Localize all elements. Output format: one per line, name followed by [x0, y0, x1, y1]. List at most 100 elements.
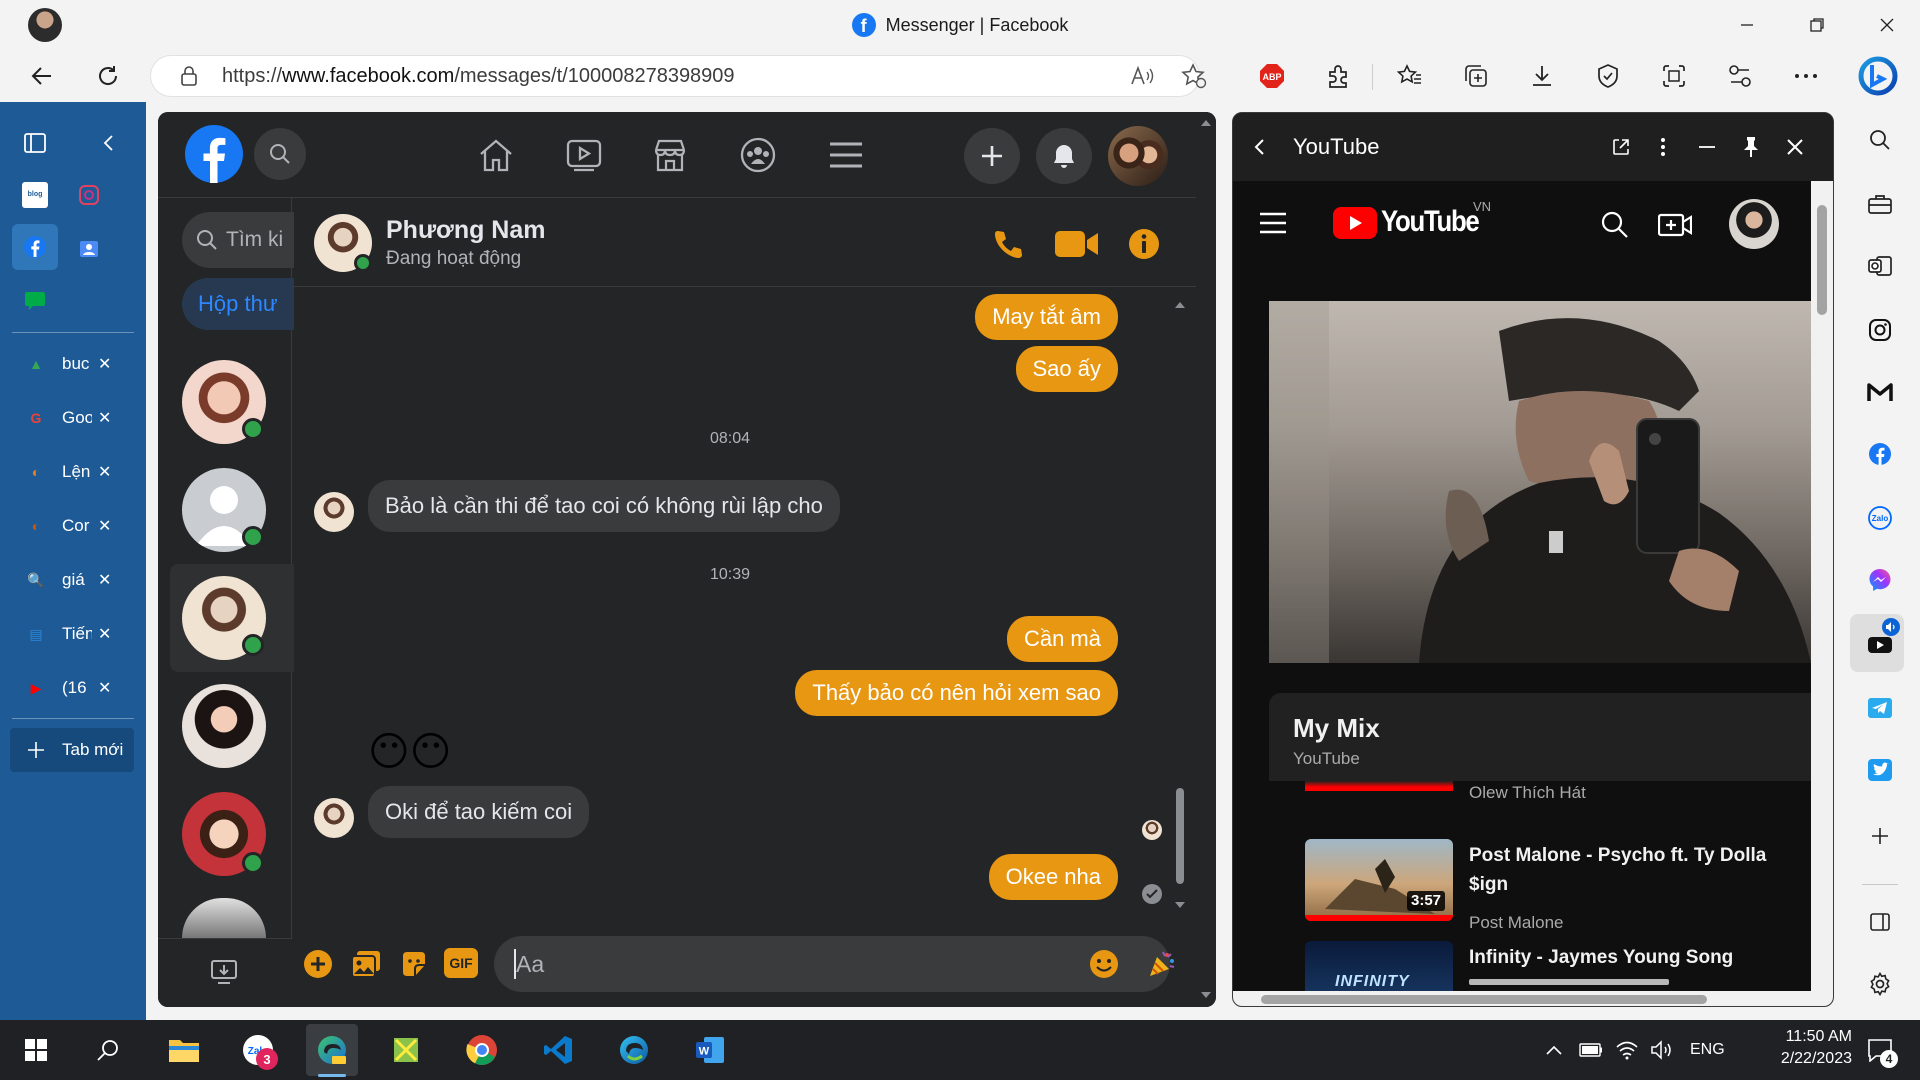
edge-icon[interactable]	[608, 1024, 660, 1076]
close-tab-icon[interactable]: ✕	[98, 354, 111, 374]
facebook-search-button[interactable]	[254, 128, 306, 180]
taskbar-search-icon[interactable]	[82, 1024, 134, 1076]
menu-nav-icon[interactable]	[820, 130, 872, 180]
emoji-message[interactable]: 😶😶	[368, 728, 451, 776]
sidebar-telegram-icon[interactable]	[1860, 688, 1900, 728]
youtube-search-icon[interactable]	[1597, 207, 1633, 243]
close-tab-icon[interactable]: ✕	[98, 516, 111, 536]
word-icon[interactable]: W	[684, 1024, 736, 1076]
performance-icon[interactable]	[1720, 56, 1760, 96]
message-bubble-incoming[interactable]: Oki để tao kiếm coi	[368, 786, 590, 838]
zalo-app-icon[interactable]: Zalo	[232, 1024, 284, 1076]
facebook-logo-icon[interactable]	[184, 124, 244, 184]
playlist-thumbnail[interactable]: INFINITY	[1305, 941, 1453, 993]
panel-minimize-icon[interactable]	[1691, 131, 1723, 163]
collapse-tabs-icon[interactable]	[92, 126, 126, 160]
vertical-tab-item[interactable]: ◐ Lện ✕	[10, 450, 134, 494]
sender-avatar[interactable]	[314, 492, 354, 532]
wifi-icon[interactable]	[1614, 1036, 1640, 1064]
youtube-account-avatar[interactable]	[1729, 199, 1779, 249]
message-bubble-outgoing[interactable]: Okee nha	[988, 854, 1118, 900]
vertical-tab-item[interactable]: ◐ Cor ✕	[10, 504, 134, 548]
notifications-button[interactable]	[1036, 128, 1092, 184]
volume-icon[interactable]	[1648, 1036, 1674, 1064]
collections-icon[interactable]	[1456, 56, 1496, 96]
conversation-avatar[interactable]	[182, 684, 266, 768]
vertical-tab-item[interactable]: 🔍 giá ✕	[10, 558, 134, 602]
sidebar-add-icon[interactable]	[1860, 816, 1900, 856]
emoji-picker-icon[interactable]	[1086, 946, 1122, 982]
sidebar-zalo-icon[interactable]: Zalo	[1860, 498, 1900, 538]
vertical-tab-item[interactable]: ▤ Tiến ✕	[10, 612, 134, 656]
extensions-icon[interactable]	[1318, 56, 1358, 96]
pinned-tab-contacts[interactable]	[76, 236, 102, 262]
home-nav-icon[interactable]	[470, 130, 522, 180]
scroll-down-arrow[interactable]	[1172, 898, 1188, 912]
playlist-owner[interactable]: YouTube	[1293, 749, 1360, 769]
message-input[interactable]	[494, 936, 1170, 992]
downloads-icon[interactable]	[1522, 56, 1562, 96]
edge-dev-icon[interactable]	[306, 1024, 358, 1076]
panel-close-icon[interactable]	[1779, 131, 1811, 163]
panel-back-icon[interactable]	[1247, 133, 1273, 161]
clock[interactable]: 11:50 AM 2/22/2023	[1740, 1026, 1852, 1070]
close-tab-icon[interactable]: ✕	[98, 678, 111, 698]
video-call-icon[interactable]	[1052, 222, 1102, 266]
vscode-icon[interactable]	[532, 1024, 584, 1076]
voice-call-icon[interactable]	[986, 222, 1030, 266]
battery-icon[interactable]	[1578, 1036, 1604, 1064]
close-tab-icon[interactable]: ✕	[98, 624, 111, 644]
message-bubble-outgoing[interactable]: May tắt âm	[975, 294, 1118, 340]
groups-nav-icon[interactable]	[732, 130, 784, 180]
create-button[interactable]	[964, 128, 1020, 184]
install-app-icon[interactable]	[204, 954, 244, 990]
lock-icon[interactable]	[176, 62, 202, 90]
sidebar-instagram-icon[interactable]	[1860, 310, 1900, 350]
youtube-logo-icon[interactable]	[1333, 207, 1377, 239]
url-text[interactable]: https://www.facebook.com/messages/t/1000…	[222, 62, 735, 90]
party-popper-icon[interactable]	[1142, 944, 1182, 984]
show-hidden-icons[interactable]	[1542, 1036, 1566, 1064]
page-scrollbar[interactable]	[1196, 112, 1216, 1007]
sidebar-facebook-icon[interactable]	[1860, 434, 1900, 474]
create-video-icon[interactable]	[1655, 207, 1695, 243]
vertical-tab-item[interactable]: ▲ buc ✕	[10, 342, 134, 386]
new-tab-button[interactable]: Tab mới	[10, 728, 134, 772]
screenshot-icon[interactable]	[1654, 56, 1694, 96]
tab-actions-icon[interactable]	[18, 126, 52, 160]
input-language[interactable]: ENG	[1690, 1040, 1725, 1060]
close-tab-icon[interactable]: ✕	[98, 570, 111, 590]
sidebar-hide-icon[interactable]	[1860, 902, 1900, 942]
favorites-icon[interactable]	[1390, 56, 1430, 96]
playlist-title[interactable]: My Mix	[1293, 713, 1380, 744]
more-options-icon[interactable]	[1786, 56, 1826, 96]
close-tab-icon[interactable]: ✕	[98, 408, 111, 428]
playlist-thumbnail[interactable]	[1305, 781, 1453, 791]
marketplace-nav-icon[interactable]	[644, 130, 696, 180]
message-bubble-outgoing[interactable]: Sao ấy	[1015, 346, 1118, 392]
pinned-tab-instagram[interactable]	[76, 182, 102, 208]
chrome-icon[interactable]	[456, 1024, 508, 1076]
playlist-item-title[interactable]: Infinity - Jaymes Young Song	[1469, 943, 1799, 972]
page-scroll-down-arrow[interactable]	[1198, 988, 1214, 1002]
youtube-logo-text[interactable]: YouTube	[1381, 205, 1480, 239]
add-favorite-icon[interactable]	[1178, 60, 1210, 92]
pinned-tab-facebook[interactable]	[12, 224, 58, 270]
more-actions-icon[interactable]	[300, 946, 336, 982]
close-tab-icon[interactable]: ✕	[98, 462, 111, 482]
playlist-item-title[interactable]: Post Malone - Psycho ft. Ty Dolla $ign	[1469, 841, 1799, 899]
panel-more-icon[interactable]	[1647, 131, 1679, 163]
bing-copilot-icon[interactable]	[1856, 54, 1900, 98]
sidebar-outlook-icon[interactable]	[1860, 246, 1900, 286]
refresh-button[interactable]	[88, 56, 128, 96]
minimize-button[interactable]	[1712, 0, 1782, 50]
vertical-tab-item[interactable]: ▶ (16 ✕	[10, 666, 134, 710]
pin-icon[interactable]	[1735, 131, 1767, 163]
youtube-menu-icon[interactable]	[1255, 205, 1291, 241]
horizontal-scrollbar-thumb[interactable]	[1261, 995, 1707, 1004]
chat-scrollbar-thumb[interactable]	[1176, 788, 1184, 884]
page-scroll-up-arrow[interactable]	[1198, 116, 1214, 130]
message-bubble-outgoing[interactable]: Cần mà	[1006, 616, 1118, 662]
account-avatar[interactable]	[1108, 126, 1168, 186]
pinned-tab-chat[interactable]	[22, 288, 48, 314]
